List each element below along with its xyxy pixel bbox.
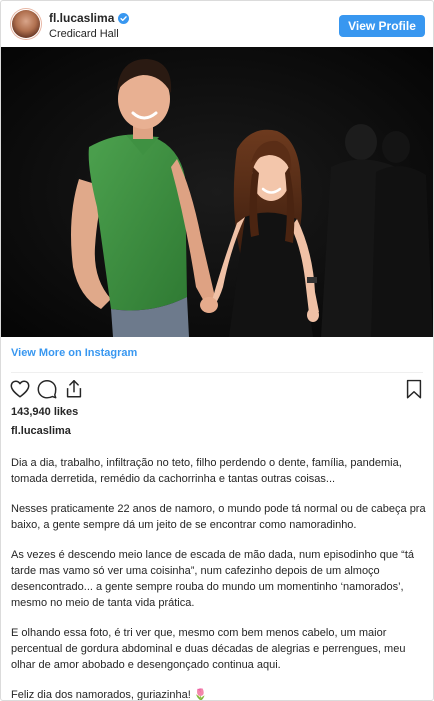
instagram-embed-card: fl.lucaslima Credicard Hall View Profile [0,0,434,701]
likes-count[interactable]: 143,940 likes [11,406,78,418]
divider [11,372,423,373]
heart-icon[interactable] [9,378,31,400]
caption-paragraph: Feliz dia dos namorados, guriazinha! 🌷 [11,689,208,701]
action-bar [1,378,433,404]
caption-paragraph: Dia a dia, trabalho, infiltração no teto… [11,457,402,485]
verified-badge-icon [118,12,130,24]
comment-bubble-icon[interactable] [36,378,58,400]
share-icon[interactable] [63,378,85,400]
view-more-on-instagram-link[interactable]: View More on Instagram [11,347,137,359]
caption-text: Dia a dia, trabalho, infiltração no teto… [11,455,427,701]
avatar[interactable] [12,10,40,38]
post-header: fl.lucaslima Credicard Hall View Profile [1,1,433,47]
couple-photo-image [1,47,433,337]
location-link[interactable]: Credicard Hall [49,28,119,40]
post-photo[interactable] [1,47,433,337]
username-row: fl.lucaslima [49,11,130,25]
caption-username[interactable]: fl.lucaslima [11,425,71,437]
bookmark-icon[interactable] [403,378,425,400]
caption-paragraph: Nesses praticamente 22 anos de namoro, o… [11,503,426,531]
caption-paragraph: As vezes é descendo meio lance de escada… [11,549,414,609]
username-link[interactable]: fl.lucaslima [49,11,114,25]
view-profile-button[interactable]: View Profile [339,15,425,37]
caption-paragraph: E olhando essa foto, é tri ver que, mesm… [11,627,406,671]
